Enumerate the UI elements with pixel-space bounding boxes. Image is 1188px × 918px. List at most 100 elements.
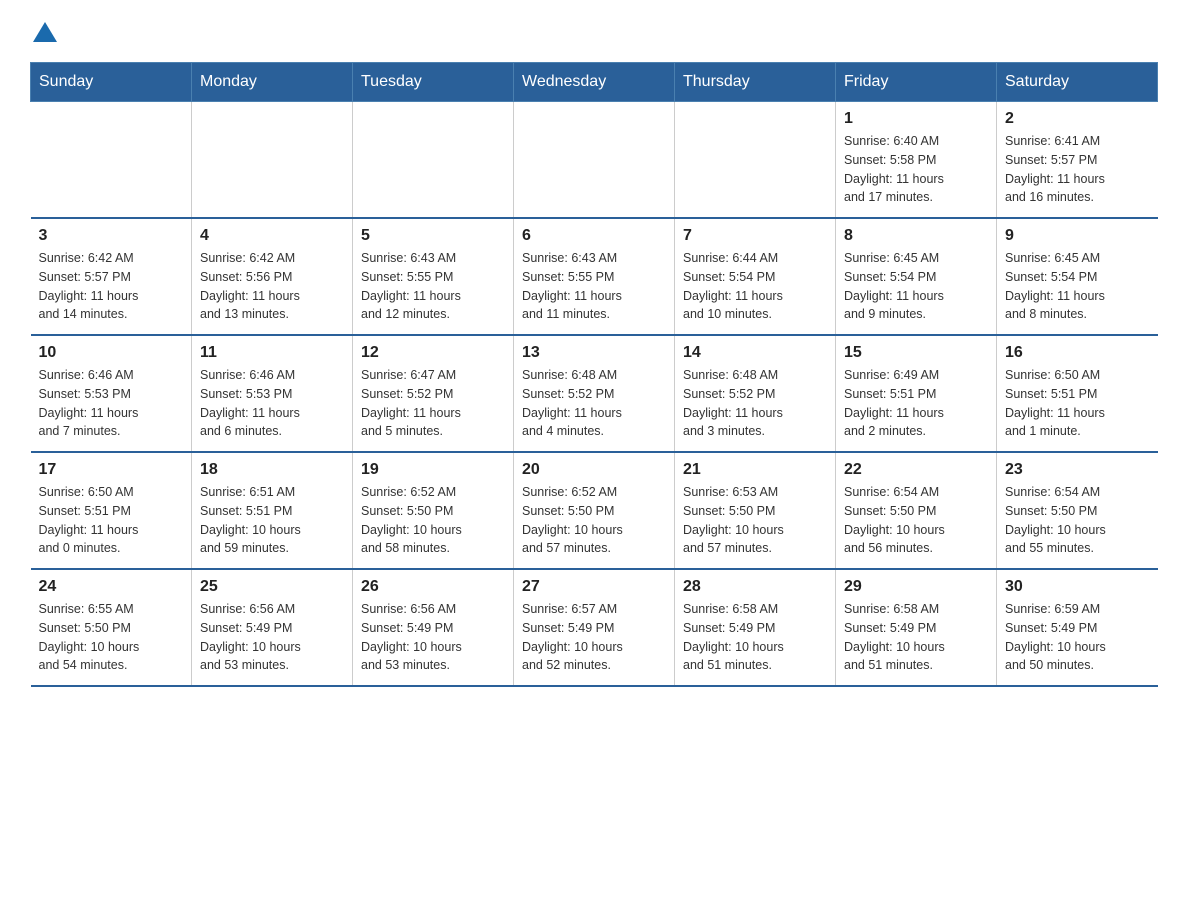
day-number: 30	[1005, 578, 1150, 596]
page-header	[30, 20, 1158, 42]
calendar-table: SundayMondayTuesdayWednesdayThursdayFrid…	[30, 62, 1158, 687]
day-info: Sunrise: 6:45 AM Sunset: 5:54 PM Dayligh…	[844, 249, 988, 324]
weekday-header-wednesday: Wednesday	[514, 63, 675, 102]
calendar-cell: 11 Sunrise: 6:46 AM Sunset: 5:53 PM Dayli…	[192, 335, 353, 452]
calendar-cell: 16 Sunrise: 6:50 AM Sunset: 5:51 PM Dayli…	[997, 335, 1158, 452]
calendar-week-row: 1Sunrise: 6:40 AM Sunset: 5:58 PM Daylig…	[31, 102, 1158, 219]
day-number: 20	[522, 461, 666, 479]
day-info: Sunrise: 6:46 AM Sunset: 5:53 PM Dayligh…	[200, 366, 344, 441]
day-info: Sunrise: 6:48 AM Sunset: 5:52 PM Dayligh…	[522, 366, 666, 441]
calendar-cell: 30 Sunrise: 6:59 AM Sunset: 5:49 PM Dayli…	[997, 569, 1158, 686]
calendar-cell: 20 Sunrise: 6:52 AM Sunset: 5:50 PM Dayli…	[514, 452, 675, 569]
day-info: Sunrise: 6:55 AM Sunset: 5:50 PM Dayligh…	[39, 600, 184, 675]
day-info: Sunrise: 6:53 AM Sunset: 5:50 PM Dayligh…	[683, 483, 827, 558]
day-number: 4	[200, 227, 344, 245]
weekday-header-thursday: Thursday	[675, 63, 836, 102]
calendar-week-row: 3 Sunrise: 6:42 AM Sunset: 5:57 PM Daylig…	[31, 218, 1158, 335]
day-number: 26	[361, 578, 505, 596]
weekday-header-saturday: Saturday	[997, 63, 1158, 102]
day-info: Sunrise: 6:44 AM Sunset: 5:54 PM Dayligh…	[683, 249, 827, 324]
calendar-cell: 8 Sunrise: 6:45 AM Sunset: 5:54 PM Daylig…	[836, 218, 997, 335]
day-number: 10	[39, 344, 184, 362]
calendar-cell: 10 Sunrise: 6:46 AM Sunset: 5:53 PM Dayli…	[31, 335, 192, 452]
day-info: Sunrise: 6:58 AM Sunset: 5:49 PM Dayligh…	[683, 600, 827, 675]
day-number: 27	[522, 578, 666, 596]
day-number: 19	[361, 461, 505, 479]
day-number: 21	[683, 461, 827, 479]
day-info: Sunrise: 6:41 AM Sunset: 5:57 PM Dayligh…	[1005, 132, 1150, 207]
calendar-cell: 19 Sunrise: 6:52 AM Sunset: 5:50 PM Dayli…	[353, 452, 514, 569]
day-number: 17	[39, 461, 184, 479]
day-number: 9	[1005, 227, 1150, 245]
calendar-cell: 3 Sunrise: 6:42 AM Sunset: 5:57 PM Daylig…	[31, 218, 192, 335]
day-number: 16	[1005, 344, 1150, 362]
day-number: 5	[361, 227, 505, 245]
calendar-cell: 2Sunrise: 6:41 AM Sunset: 5:57 PM Daylig…	[997, 102, 1158, 219]
calendar-week-row: 17 Sunrise: 6:50 AM Sunset: 5:51 PM Dayli…	[31, 452, 1158, 569]
day-info: Sunrise: 6:56 AM Sunset: 5:49 PM Dayligh…	[361, 600, 505, 675]
day-info: Sunrise: 6:54 AM Sunset: 5:50 PM Dayligh…	[1005, 483, 1150, 558]
day-info: Sunrise: 6:49 AM Sunset: 5:51 PM Dayligh…	[844, 366, 988, 441]
calendar-cell: 18Sunrise: 6:51 AM Sunset: 5:51 PM Dayli…	[192, 452, 353, 569]
calendar-week-row: 10 Sunrise: 6:46 AM Sunset: 5:53 PM Dayli…	[31, 335, 1158, 452]
day-number: 22	[844, 461, 988, 479]
weekday-header-tuesday: Tuesday	[353, 63, 514, 102]
day-info: Sunrise: 6:57 AM Sunset: 5:49 PM Dayligh…	[522, 600, 666, 675]
calendar-cell: 22 Sunrise: 6:54 AM Sunset: 5:50 PM Dayli…	[836, 452, 997, 569]
calendar-cell: 24 Sunrise: 6:55 AM Sunset: 5:50 PM Dayli…	[31, 569, 192, 686]
calendar-cell: 23 Sunrise: 6:54 AM Sunset: 5:50 PM Dayli…	[997, 452, 1158, 569]
day-info: Sunrise: 6:54 AM Sunset: 5:50 PM Dayligh…	[844, 483, 988, 558]
calendar-cell: 4Sunrise: 6:42 AM Sunset: 5:56 PM Daylig…	[192, 218, 353, 335]
day-info: Sunrise: 6:56 AM Sunset: 5:49 PM Dayligh…	[200, 600, 344, 675]
day-number: 11	[200, 344, 344, 362]
day-number: 6	[522, 227, 666, 245]
day-number: 25	[200, 578, 344, 596]
calendar-cell: 17 Sunrise: 6:50 AM Sunset: 5:51 PM Dayli…	[31, 452, 192, 569]
day-info: Sunrise: 6:59 AM Sunset: 5:49 PM Dayligh…	[1005, 600, 1150, 675]
weekday-header-monday: Monday	[192, 63, 353, 102]
logo	[30, 20, 68, 42]
calendar-week-row: 24 Sunrise: 6:55 AM Sunset: 5:50 PM Dayli…	[31, 569, 1158, 686]
day-number: 18	[200, 461, 344, 479]
day-info: Sunrise: 6:52 AM Sunset: 5:50 PM Dayligh…	[522, 483, 666, 558]
day-number: 8	[844, 227, 988, 245]
day-number: 1	[844, 110, 988, 128]
day-info: Sunrise: 6:48 AM Sunset: 5:52 PM Dayligh…	[683, 366, 827, 441]
day-info: Sunrise: 6:43 AM Sunset: 5:55 PM Dayligh…	[361, 249, 505, 324]
day-info: Sunrise: 6:50 AM Sunset: 5:51 PM Dayligh…	[1005, 366, 1150, 441]
weekday-header-friday: Friday	[836, 63, 997, 102]
day-info: Sunrise: 6:42 AM Sunset: 5:57 PM Dayligh…	[39, 249, 184, 324]
day-number: 13	[522, 344, 666, 362]
day-number: 14	[683, 344, 827, 362]
day-number: 23	[1005, 461, 1150, 479]
calendar-cell	[31, 102, 192, 219]
calendar-cell: 1Sunrise: 6:40 AM Sunset: 5:58 PM Daylig…	[836, 102, 997, 219]
calendar-cell: 9Sunrise: 6:45 AM Sunset: 5:54 PM Daylig…	[997, 218, 1158, 335]
day-info: Sunrise: 6:58 AM Sunset: 5:49 PM Dayligh…	[844, 600, 988, 675]
day-info: Sunrise: 6:52 AM Sunset: 5:50 PM Dayligh…	[361, 483, 505, 558]
calendar-cell: 13 Sunrise: 6:48 AM Sunset: 5:52 PM Dayli…	[514, 335, 675, 452]
day-info: Sunrise: 6:43 AM Sunset: 5:55 PM Dayligh…	[522, 249, 666, 324]
calendar-cell: 6 Sunrise: 6:43 AM Sunset: 5:55 PM Daylig…	[514, 218, 675, 335]
day-info: Sunrise: 6:46 AM Sunset: 5:53 PM Dayligh…	[39, 366, 184, 441]
calendar-cell: 7 Sunrise: 6:44 AM Sunset: 5:54 PM Daylig…	[675, 218, 836, 335]
day-info: Sunrise: 6:50 AM Sunset: 5:51 PM Dayligh…	[39, 483, 184, 558]
day-info: Sunrise: 6:47 AM Sunset: 5:52 PM Dayligh…	[361, 366, 505, 441]
day-number: 3	[39, 227, 184, 245]
day-number: 24	[39, 578, 184, 596]
calendar-cell	[514, 102, 675, 219]
calendar-cell: 28 Sunrise: 6:58 AM Sunset: 5:49 PM Dayli…	[675, 569, 836, 686]
calendar-cell: 14 Sunrise: 6:48 AM Sunset: 5:52 PM Dayli…	[675, 335, 836, 452]
calendar-cell: 15 Sunrise: 6:49 AM Sunset: 5:51 PM Dayli…	[836, 335, 997, 452]
day-number: 15	[844, 344, 988, 362]
calendar-cell: 29Sunrise: 6:58 AM Sunset: 5:49 PM Dayli…	[836, 569, 997, 686]
calendar-cell	[353, 102, 514, 219]
calendar-header-row: SundayMondayTuesdayWednesdayThursdayFrid…	[31, 63, 1158, 102]
day-number: 28	[683, 578, 827, 596]
day-number: 12	[361, 344, 505, 362]
calendar-cell: 25 Sunrise: 6:56 AM Sunset: 5:49 PM Dayli…	[192, 569, 353, 686]
calendar-cell: 5 Sunrise: 6:43 AM Sunset: 5:55 PM Daylig…	[353, 218, 514, 335]
day-number: 7	[683, 227, 827, 245]
calendar-cell: 12 Sunrise: 6:47 AM Sunset: 5:52 PM Dayli…	[353, 335, 514, 452]
calendar-cell	[192, 102, 353, 219]
